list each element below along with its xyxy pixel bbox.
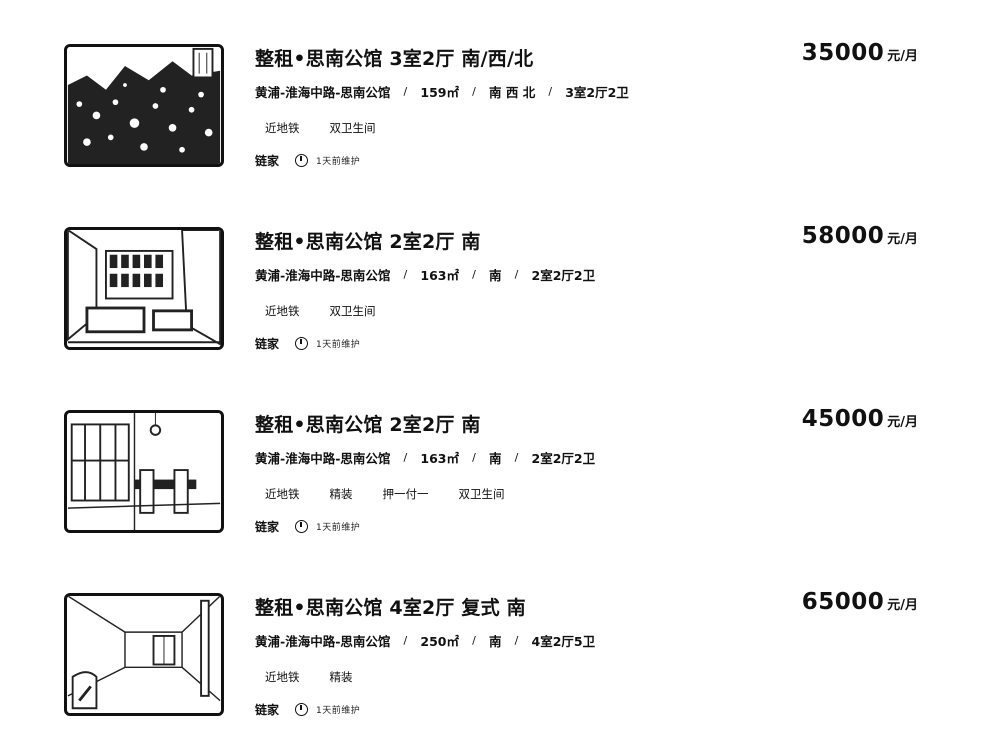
separator: /	[403, 634, 408, 647]
price-value: 35000	[801, 40, 885, 66]
living-room-photo-icon	[67, 230, 221, 347]
listing-price: 58000 元/月	[802, 223, 918, 249]
separator: /	[472, 451, 476, 464]
listing-description: 黄浦-淮海中路-思南公馆 / 159㎡ / 南 西 北 / 3室2厅2卫	[255, 82, 629, 101]
listing-item[interactable]: 整租•思南公馆 2室2厅 南 58000 元/月 黄浦-淮海中路-思南公馆 / …	[0, 223, 1002, 357]
price-unit: 元/月	[887, 415, 918, 430]
separator: /	[403, 451, 408, 464]
brand-label: 链家	[255, 337, 280, 351]
tag: 精装	[329, 487, 353, 501]
listing-thumbnail[interactable]	[64, 227, 224, 350]
listing-orientation: 南	[488, 268, 502, 283]
listing-item[interactable]: 整租•思南公馆 3室2厅 南/西/北 35000 元/月 黄浦-淮海中路-思南公…	[0, 40, 1002, 174]
separator: /	[514, 634, 519, 647]
listing-layout: 3室2厅2卫	[565, 85, 629, 100]
clock-icon	[295, 703, 309, 716]
empty-room-photo-icon	[67, 596, 221, 713]
listing-area: 163㎡	[420, 268, 459, 283]
price-value: 45000	[801, 406, 885, 432]
listing-price: 45000 元/月	[802, 406, 918, 432]
price-value: 65000	[801, 589, 885, 615]
listing-location[interactable]: 黄浦-淮海中路-思南公馆	[255, 448, 390, 467]
listing-area: 250㎡	[420, 634, 459, 649]
listing-orientation: 南	[488, 634, 502, 649]
listing-title[interactable]: 整租•思南公馆 2室2厅 南	[255, 410, 481, 437]
tag: 近地铁	[265, 121, 300, 135]
listing-description: 黄浦-淮海中路-思南公馆 / 163㎡ / 南 / 2室2厅2卫	[255, 448, 595, 467]
listing-tags: 近地铁 双卫生间	[255, 118, 396, 138]
separator: /	[514, 451, 519, 464]
tag: 近地铁	[265, 304, 300, 318]
listing-meta: 链家 1天前维护	[255, 152, 360, 169]
listing-price: 35000 元/月	[802, 40, 918, 66]
listing-meta: 链家 1天前维护	[255, 335, 360, 352]
separator: /	[403, 85, 408, 98]
tag: 双卫生间	[458, 487, 505, 501]
brand-label: 链家	[255, 520, 280, 534]
listing-orientation: 南	[488, 451, 502, 466]
separator: /	[472, 85, 476, 98]
listing-layout: 4室2厅5卫	[531, 634, 596, 649]
price-value: 58000	[801, 223, 885, 249]
clock-icon	[295, 154, 309, 167]
price-unit: 元/月	[887, 49, 918, 64]
separator: /	[403, 268, 408, 281]
listing-tags: 近地铁 双卫生间	[255, 301, 396, 321]
building-photo-icon	[67, 47, 221, 164]
listing-location[interactable]: 黄浦-淮海中路-思南公馆	[255, 82, 390, 101]
tag: 双卫生间	[329, 304, 376, 318]
tag: 精装	[329, 670, 353, 684]
listing-title[interactable]: 整租•思南公馆 2室2厅 南	[255, 227, 481, 254]
listing-description: 黄浦-淮海中路-思南公馆 / 250㎡ / 南 / 4室2厅5卫	[255, 631, 595, 650]
listing-layout: 2室2厅2卫	[531, 451, 596, 466]
listing-thumbnail[interactable]	[64, 410, 224, 533]
listing-title[interactable]: 整租•思南公馆 3室2厅 南/西/北	[255, 44, 533, 71]
separator: /	[472, 268, 476, 281]
listing-tags: 近地铁 精装 押一付一 双卫生间	[255, 484, 525, 504]
tag: 双卫生间	[329, 121, 376, 135]
separator: /	[548, 85, 553, 98]
listing-thumbnail[interactable]	[64, 593, 224, 716]
brand-label: 链家	[255, 703, 280, 717]
tag: 近地铁	[265, 487, 300, 501]
tag: 近地铁	[265, 670, 300, 684]
listing-location[interactable]: 黄浦-淮海中路-思南公馆	[255, 265, 390, 284]
price-unit: 元/月	[887, 232, 918, 247]
listing-title[interactable]: 整租•思南公馆 4室2厅 复式 南	[255, 593, 526, 620]
separator: /	[514, 268, 519, 281]
tag: 押一付一	[382, 487, 429, 501]
updated-time: 1天前维护	[316, 523, 361, 533]
updated-time: 1天前维护	[316, 157, 361, 167]
listing-tags: 近地铁 精装	[255, 667, 373, 687]
separator: /	[472, 634, 476, 647]
listing-area: 159㎡	[420, 85, 459, 100]
price-unit: 元/月	[887, 598, 918, 613]
brand-label: 链家	[255, 154, 280, 168]
listing-meta: 链家 1天前维护	[255, 518, 360, 535]
listing-area: 163㎡	[420, 451, 459, 466]
listing-item[interactable]: 整租•思南公馆 4室2厅 复式 南 65000 元/月 黄浦-淮海中路-思南公馆…	[0, 589, 1002, 723]
listing-thumbnail[interactable]	[64, 44, 224, 167]
listing-price: 65000 元/月	[802, 589, 918, 615]
listing-meta: 链家 1天前维护	[255, 701, 360, 718]
clock-icon	[295, 337, 309, 350]
clock-icon	[295, 520, 309, 533]
updated-time: 1天前维护	[316, 340, 361, 350]
listing-description: 黄浦-淮海中路-思南公馆 / 163㎡ / 南 / 2室2厅2卫	[255, 265, 595, 284]
listing-layout: 2室2厅2卫	[531, 268, 596, 283]
updated-time: 1天前维护	[316, 706, 361, 716]
listing-location[interactable]: 黄浦-淮海中路-思南公馆	[255, 631, 390, 650]
dining-room-photo-icon	[67, 413, 221, 530]
listing-item[interactable]: 整租•思南公馆 2室2厅 南 45000 元/月 黄浦-淮海中路-思南公馆 / …	[0, 406, 1002, 540]
listing-orientation: 南 西 北	[488, 85, 536, 100]
